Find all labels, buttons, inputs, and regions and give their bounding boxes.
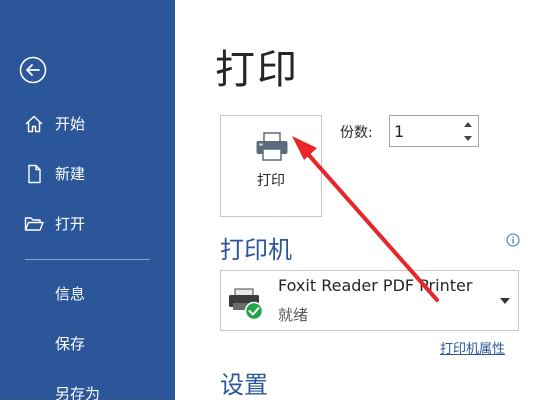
decrement-arrow-icon[interactable]	[461, 132, 475, 145]
copies-stepper	[389, 115, 479, 147]
copies-label: 份数:	[340, 125, 373, 141]
home-icon	[25, 115, 43, 133]
sidebar-item-label: 保存	[55, 335, 86, 353]
printer-ready-icon	[229, 288, 264, 321]
settings-section-title: 设置	[220, 371, 268, 399]
sidebar-item-label: 新建	[55, 165, 86, 183]
printer-name: Foxit Reader PDF Printer	[278, 276, 473, 295]
printer-dropdown[interactable]: Foxit Reader PDF Printer 就绪	[220, 270, 519, 331]
page-title: 打印	[215, 47, 299, 93]
print-button[interactable]: 打印	[220, 115, 322, 217]
printer-status: 就绪	[278, 306, 309, 324]
back-arrow-icon	[19, 56, 47, 84]
sidebar-item-label: 开始	[55, 115, 86, 133]
sidebar-item-home[interactable]: 开始	[0, 106, 175, 142]
sidebar-item-label: 打开	[55, 215, 86, 233]
open-folder-icon	[24, 217, 44, 231]
sidebar-divider	[25, 259, 150, 260]
backstage-sidebar: 开始 新建 打开 信息 保存 另存为	[0, 0, 175, 403]
sidebar-item-new[interactable]: 新建	[0, 156, 175, 192]
chevron-down-icon	[500, 298, 510, 304]
increment-arrow-icon[interactable]	[461, 118, 475, 131]
back-button[interactable]	[19, 56, 47, 84]
copies-input[interactable]	[394, 119, 454, 143]
printer-icon	[256, 132, 288, 161]
sidebar-item-label: 信息	[55, 285, 86, 303]
sidebar-item-save[interactable]: 保存	[0, 326, 175, 362]
sidebar-item-label: 另存为	[55, 385, 101, 403]
info-icon[interactable]	[506, 233, 520, 247]
new-document-icon	[28, 164, 41, 184]
print-panel: 打印 打印 份数: 打印机 Foxit Reader	[175, 0, 550, 400]
printer-section-title: 打印机	[220, 236, 292, 264]
printer-properties-link[interactable]: 打印机属性	[440, 338, 505, 357]
print-button-label: 打印	[257, 173, 285, 189]
sidebar-item-open[interactable]: 打开	[0, 206, 175, 242]
sidebar-item-save-as[interactable]: 另存为	[0, 376, 175, 412]
sidebar-item-info[interactable]: 信息	[0, 276, 175, 312]
